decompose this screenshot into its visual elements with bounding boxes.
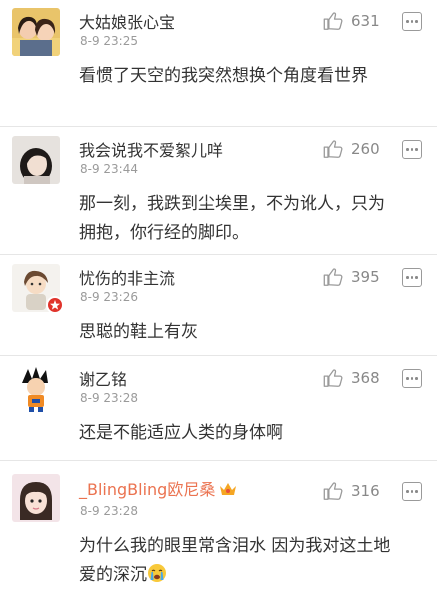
comment-item: 忧伤的非主流 8-9 23:26 395 思聪的鞋上有灰 [0, 256, 437, 356]
like-button[interactable]: 631 [322, 10, 380, 32]
crown-icon [220, 483, 237, 495]
comment-time: 8-9 23:26 [80, 290, 138, 304]
like-count: 395 [351, 268, 380, 286]
comment-item: 我会说我不爱絮儿咩 8-9 23:44 260 那一刻，我跌到尘埃里，不为讹人，… [0, 128, 437, 255]
more-options-icon[interactable] [402, 12, 422, 31]
comment-text: 还是不能适应人类的身体啊 [79, 423, 283, 443]
more-options-icon[interactable] [402, 140, 422, 159]
user-avatar[interactable] [12, 365, 60, 413]
like-button[interactable]: 316 [322, 480, 380, 502]
comment-text: 看惯了天空的我突然想换个角度看世界 [79, 66, 368, 86]
comment-text-body: 为什么我的眼里常含泪水 因为我对这土地爱的深沉 [79, 536, 391, 585]
user-avatar[interactable] [12, 8, 60, 56]
more-options-icon[interactable] [402, 369, 422, 388]
thumbs-up-icon [323, 369, 343, 387]
like-count: 260 [351, 140, 380, 158]
crying-face-emoji [148, 564, 166, 582]
user-avatar[interactable] [12, 136, 60, 184]
comment-time: 8-9 23:28 [80, 391, 138, 405]
like-count: 316 [351, 482, 380, 500]
comment-time: 8-9 23:25 [80, 34, 138, 48]
more-options-icon[interactable] [402, 268, 422, 287]
thumbs-up-icon [323, 12, 343, 30]
comment-item: 大姑娘张心宝 8-9 23:25 631 看惯了天空的我突然想换个角度看世界 [0, 0, 437, 127]
user-name[interactable]: 我会说我不爱絮儿咩 [79, 137, 223, 161]
like-button[interactable]: 368 [322, 367, 380, 389]
like-button[interactable]: 395 [322, 266, 380, 288]
comment-time: 8-9 23:28 [80, 504, 138, 518]
star-badge-icon [46, 296, 64, 314]
thumbs-up-icon [323, 482, 343, 500]
comment-text: 那一刻，我跌到尘埃里，不为讹人，只为拥抱，你行经的脚印。 [79, 194, 385, 243]
user-name[interactable]: 大姑娘张心宝 [79, 9, 175, 33]
comment-text: 思聪的鞋上有灰 [79, 322, 198, 342]
comment-text: 为什么我的眼里常含泪水 因为我对这土地爱的深沉 [79, 532, 399, 590]
user-name[interactable]: _BlingBling欧尼桑 [79, 476, 237, 500]
thumbs-up-icon [323, 140, 343, 158]
like-count: 368 [351, 369, 380, 387]
user-name[interactable]: 谢乙铭 [79, 366, 127, 390]
comment-list: 大姑娘张心宝 8-9 23:25 631 看惯了天空的我突然想换个角度看世界 我… [0, 0, 437, 597]
comment-time: 8-9 23:44 [80, 162, 138, 176]
like-button[interactable]: 260 [322, 138, 380, 160]
like-count: 631 [351, 12, 380, 30]
user-name-text: _BlingBling欧尼桑 [79, 480, 216, 499]
more-options-icon[interactable] [402, 482, 422, 501]
user-avatar[interactable] [12, 474, 60, 522]
user-name[interactable]: 忧伤的非主流 [79, 265, 175, 289]
thumbs-up-icon [323, 268, 343, 286]
comment-item: 谢乙铭 8-9 23:28 368 还是不能适应人类的身体啊 [0, 357, 437, 461]
comment-item: _BlingBling欧尼桑 8-9 23:28 316 为什么我的眼里常含泪水… [0, 462, 437, 597]
